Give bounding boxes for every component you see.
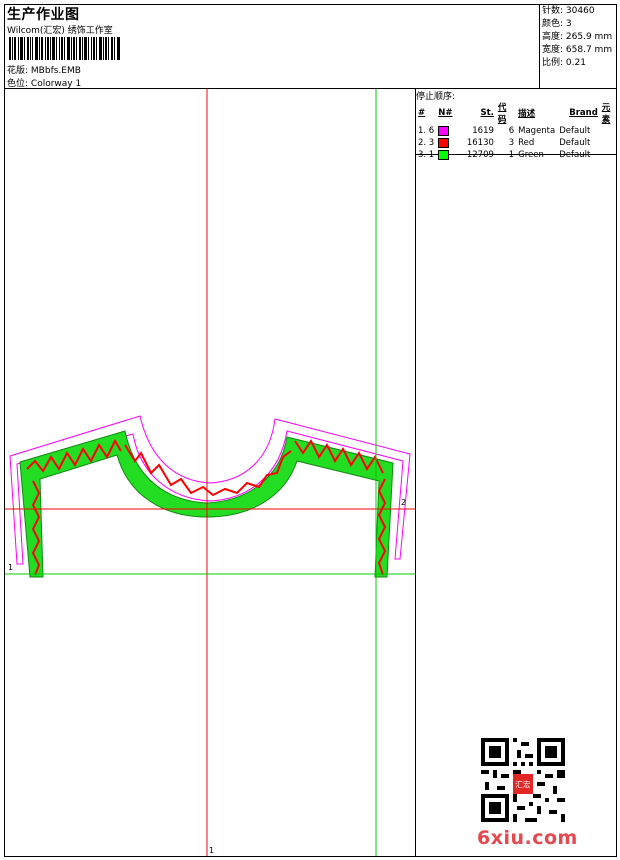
color-swatch [436, 149, 458, 161]
color-swatch [436, 125, 458, 137]
page-subtitle: Wilcom(汇宏) 绣饰工作室 [7, 26, 113, 36]
stat-stitches: 针数: 30460 [542, 5, 595, 18]
col-header: 描述 [518, 109, 536, 119]
design-canvas [5, 89, 415, 856]
pattern-value: MBbfs.EMB [30, 66, 81, 76]
barcode [9, 37, 120, 60]
stitch-count: 12709 [466, 150, 494, 160]
colorway-label: 色位: [7, 79, 29, 89]
stitch-count: 16130 [466, 138, 494, 148]
stat-value: 0.21 [565, 58, 586, 68]
stop-index: 1. 6 [418, 126, 435, 136]
stat-width: 宽度: 658.7 mm [542, 44, 612, 57]
stat-value: 265.9 mm [565, 32, 613, 42]
table-row: 3. 1 12709 1 Green Default [416, 149, 620, 161]
axis-label-bottom: 1 [209, 846, 215, 855]
col-header: 元素 [601, 103, 611, 125]
col-header: # [418, 108, 426, 118]
page-title: 生产作业图 [7, 7, 80, 23]
axis-label-right: 2 [401, 498, 407, 507]
thread-desc: Red [518, 138, 535, 148]
qr-code: 汇宏 [481, 738, 565, 822]
table-row: 1. 6 1619 6 Magenta Default [416, 125, 620, 137]
stat-colors: 颜色: 3 [542, 18, 572, 31]
col-header: St. [480, 108, 494, 118]
thread-code: 3 [508, 138, 515, 148]
stat-label: 高度: [542, 32, 564, 42]
stitch-count: 1619 [472, 126, 494, 136]
table-row: 2. 3 16130 3 Red Default [416, 137, 620, 149]
watermark: 6xiu.com [477, 827, 578, 849]
colorway-row: 色位: Colorway 1 [7, 76, 81, 89]
magenta-outline [9, 415, 411, 565]
thread-brand: Default [559, 138, 591, 148]
thread-brand: Default [559, 150, 591, 160]
stop-index: 3. 1 [418, 150, 435, 160]
stat-label: 颜色: [542, 19, 564, 29]
pattern-label: 花版: [7, 66, 29, 76]
color-swatch [436, 137, 458, 149]
col-header: Brand [569, 108, 598, 118]
stat-scale: 比例: 0.21 [542, 57, 586, 70]
col-header: N# [438, 108, 453, 118]
colorway-value: Colorway 1 [30, 79, 82, 89]
stop-sequence-table: # N# St. 代码 描述 Brand 元素 1. 6 1619 6 Mage… [416, 101, 620, 161]
stat-height: 高度: 265.9 mm [542, 31, 612, 44]
stat-label: 比例: [542, 58, 564, 68]
stop-index: 2. 3 [418, 138, 435, 148]
col-header: 代码 [497, 103, 507, 125]
axis-label-left: 1 [8, 563, 14, 572]
panel-divider [415, 88, 416, 856]
pattern-row: 花版: MBbfs.EMB [7, 63, 81, 76]
thread-code: 6 [508, 126, 515, 136]
stat-value: 30460 [565, 6, 595, 16]
thread-brand: Default [559, 126, 591, 136]
stats-divider [539, 5, 540, 88]
thread-desc: Green [518, 150, 544, 160]
thread-code: 1 [508, 150, 515, 160]
qr-center-stamp: 汇宏 [515, 779, 531, 789]
table-header-row: # N# St. 代码 描述 Brand 元素 [416, 101, 620, 125]
thread-desc: Magenta [518, 126, 556, 136]
stat-label: 宽度: [542, 45, 564, 55]
stat-label: 针数: [542, 6, 564, 16]
stat-value: 658.7 mm [565, 45, 613, 55]
stat-value: 3 [565, 19, 572, 29]
